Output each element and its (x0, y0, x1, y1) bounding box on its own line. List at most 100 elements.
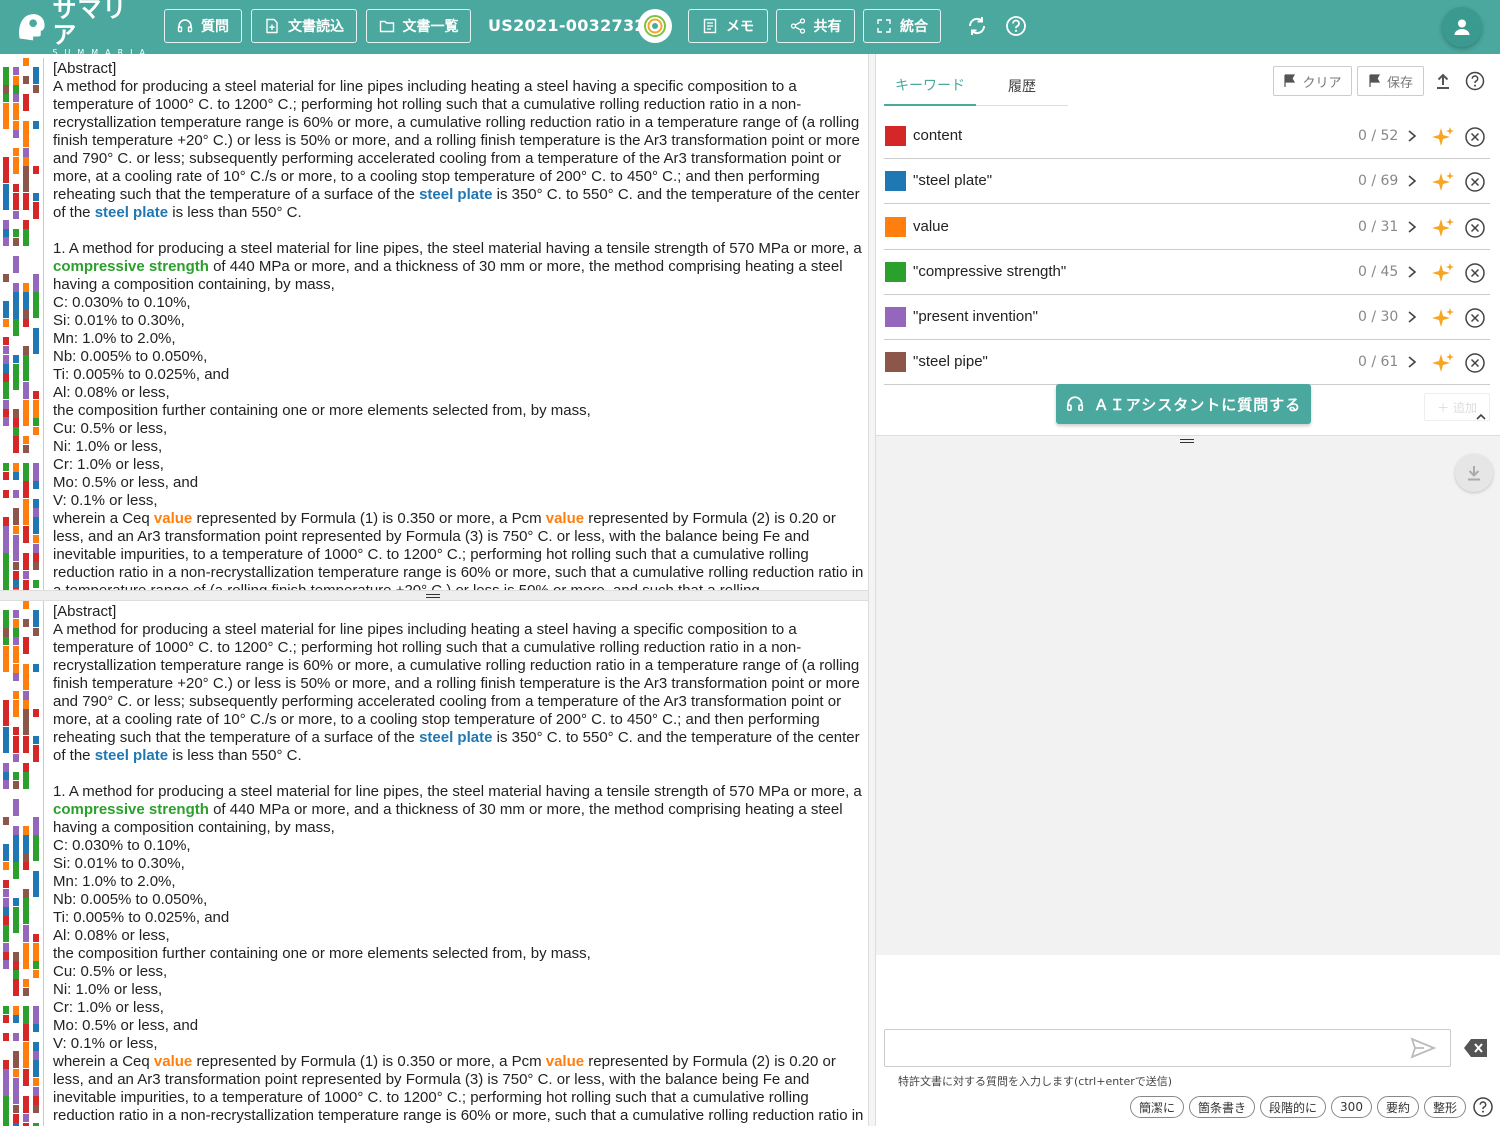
import-document-button[interactable]: 文書読込 (251, 9, 357, 43)
minimap-mark (13, 727, 19, 735)
keyword-highlight-value[interactable]: value (154, 1053, 192, 1070)
minimap-mark (3, 637, 9, 645)
keyword-hit-count: 0 / 69 (1358, 173, 1399, 190)
keyword-color-swatch[interactable] (885, 307, 906, 328)
ask-ai-assistant-label: ＡＩアシスタントに質問する (1093, 395, 1302, 414)
sparkle-icon[interactable] (1431, 170, 1455, 194)
chip-summary[interactable]: 要約 (1376, 1096, 1419, 1118)
question-input[interactable] (884, 1029, 1451, 1067)
chevron-right-icon[interactable] (1405, 263, 1419, 281)
keyword-row[interactable]: "present invention" 0 / 30 (884, 295, 1490, 341)
remove-keyword-icon[interactable] (1464, 307, 1486, 329)
share-button[interactable]: 共有 (776, 9, 855, 43)
keyword-color-swatch[interactable] (885, 261, 906, 282)
sync-icon[interactable] (965, 14, 989, 38)
remove-keyword-icon[interactable] (1464, 217, 1486, 239)
minimap-mark (13, 655, 19, 663)
chip-length[interactable]: 300 (1331, 1096, 1372, 1118)
sparkle-icon[interactable] (1431, 216, 1455, 240)
ask-ai-assistant-button[interactable]: ＡＩアシスタントに質問する (1056, 384, 1311, 424)
chip-concise[interactable]: 簡潔に (1130, 1096, 1185, 1118)
minimap-mark (13, 1033, 19, 1041)
abstract-label: [Abstract] (53, 60, 117, 77)
sparkle-icon[interactable] (1431, 351, 1455, 375)
keyword-minimap[interactable] (0, 601, 44, 1126)
remove-keyword-icon[interactable] (1464, 171, 1486, 193)
minimap-mark (23, 445, 29, 453)
remove-keyword-icon[interactable] (1464, 126, 1486, 148)
download-button[interactable] (1455, 454, 1493, 492)
wherein-paragraph: wherein a Ceq value represented by Formu… (53, 1053, 864, 1126)
splitter-grip-icon[interactable] (1180, 439, 1194, 443)
app-logo[interactable]: サマリア SUMMARIA (14, 0, 152, 57)
minimap-mark (13, 94, 19, 102)
tab-history[interactable]: 履歴 (976, 66, 1068, 106)
keyword-minimap[interactable] (0, 58, 44, 590)
keyword-highlight-value[interactable]: value (546, 510, 584, 527)
question-button[interactable]: 質問 (164, 9, 242, 43)
document-list-button[interactable]: 文書一覧 (366, 9, 471, 43)
document-pane-top[interactable]: [Abstract] A method for producing a stee… (0, 58, 868, 590)
keyword-color-swatch[interactable] (885, 216, 906, 237)
remove-keyword-icon[interactable] (1464, 262, 1486, 284)
upload-icon[interactable] (1432, 70, 1454, 92)
help-icon[interactable] (1464, 70, 1486, 92)
horizontal-splitter[interactable] (0, 590, 868, 601)
minimap-mark (33, 292, 39, 318)
keyword-highlight-value[interactable]: value (154, 510, 192, 527)
chevron-right-icon[interactable] (1405, 218, 1419, 236)
minimap-mark (13, 1051, 19, 1068)
chevron-up-icon[interactable] (1474, 410, 1488, 424)
minimap-mark (33, 610, 39, 627)
minimap-mark (33, 202, 39, 219)
document-status-badge[interactable] (638, 9, 672, 43)
memo-button[interactable]: メモ (688, 9, 768, 43)
minimap-mark (3, 229, 9, 237)
chevron-right-icon[interactable] (1405, 353, 1419, 371)
chip-bullets[interactable]: 箇条書き (1189, 1096, 1256, 1118)
abstract-paragraph: A method for producing a steel material … (53, 621, 860, 764)
keyword-color-swatch[interactable] (885, 126, 906, 146)
sparkle-icon[interactable] (1431, 306, 1455, 330)
flag-icon (1284, 74, 1296, 87)
backspace-icon[interactable] (1463, 1037, 1489, 1059)
chevron-right-icon[interactable] (1405, 172, 1419, 190)
chevron-right-icon[interactable] (1405, 127, 1419, 145)
minimap-mark (3, 319, 9, 327)
save-button[interactable]: 保存 (1357, 66, 1424, 96)
keyword-row[interactable]: "steel pipe" 0 / 61 (884, 340, 1490, 386)
keyword-highlight-steel-plate[interactable]: steel plate (95, 747, 168, 764)
chip-stepwise[interactable]: 段階的に (1260, 1096, 1327, 1118)
minimap-mark (23, 772, 29, 789)
chip-format[interactable]: 整形 (1423, 1096, 1466, 1118)
sparkle-icon[interactable] (1431, 125, 1455, 149)
minimap-mark (33, 418, 39, 426)
help-icon[interactable] (1004, 14, 1028, 38)
clear-button[interactable]: クリア (1273, 66, 1352, 96)
keyword-highlight-steel-plate[interactable]: steel plate (419, 186, 492, 203)
send-icon[interactable] (1410, 1036, 1436, 1060)
vertical-splitter[interactable] (868, 54, 876, 1126)
question-button-label: 質問 (201, 19, 229, 35)
keyword-color-swatch[interactable] (885, 171, 906, 192)
keyword-row[interactable]: "compressive strength" 0 / 45 (884, 250, 1490, 295)
remove-keyword-icon[interactable] (1464, 352, 1486, 374)
chevron-right-icon[interactable] (1405, 308, 1419, 326)
keyword-highlight-steel-plate[interactable]: steel plate (95, 204, 168, 221)
document-pane-bottom[interactable]: [Abstract] A method for producing a stee… (0, 601, 868, 1126)
keyword-color-swatch[interactable] (885, 352, 906, 373)
merge-button[interactable]: 統合 (863, 9, 941, 43)
minimap-mark (33, 1078, 39, 1086)
keyword-row[interactable]: "steel plate" 0 / 69 (884, 159, 1490, 205)
keyword-highlight-compressive-strength[interactable]: compressive strength (53, 801, 209, 818)
keyword-highlight-steel-plate[interactable]: steel plate (419, 729, 492, 746)
keyword-row[interactable]: value 0 / 31 (884, 205, 1490, 250)
keyword-highlight-value[interactable]: value (546, 1053, 584, 1070)
keyword-highlight-compressive-strength[interactable]: compressive strength (53, 258, 209, 275)
help-icon[interactable] (1472, 1096, 1494, 1118)
keyword-row[interactable]: content 0 / 52 (884, 114, 1490, 159)
user-avatar[interactable] (1442, 7, 1482, 47)
tab-keyword[interactable]: キーワード (884, 66, 976, 106)
sparkle-icon[interactable] (1431, 261, 1455, 285)
minimap-mark (3, 1033, 9, 1041)
